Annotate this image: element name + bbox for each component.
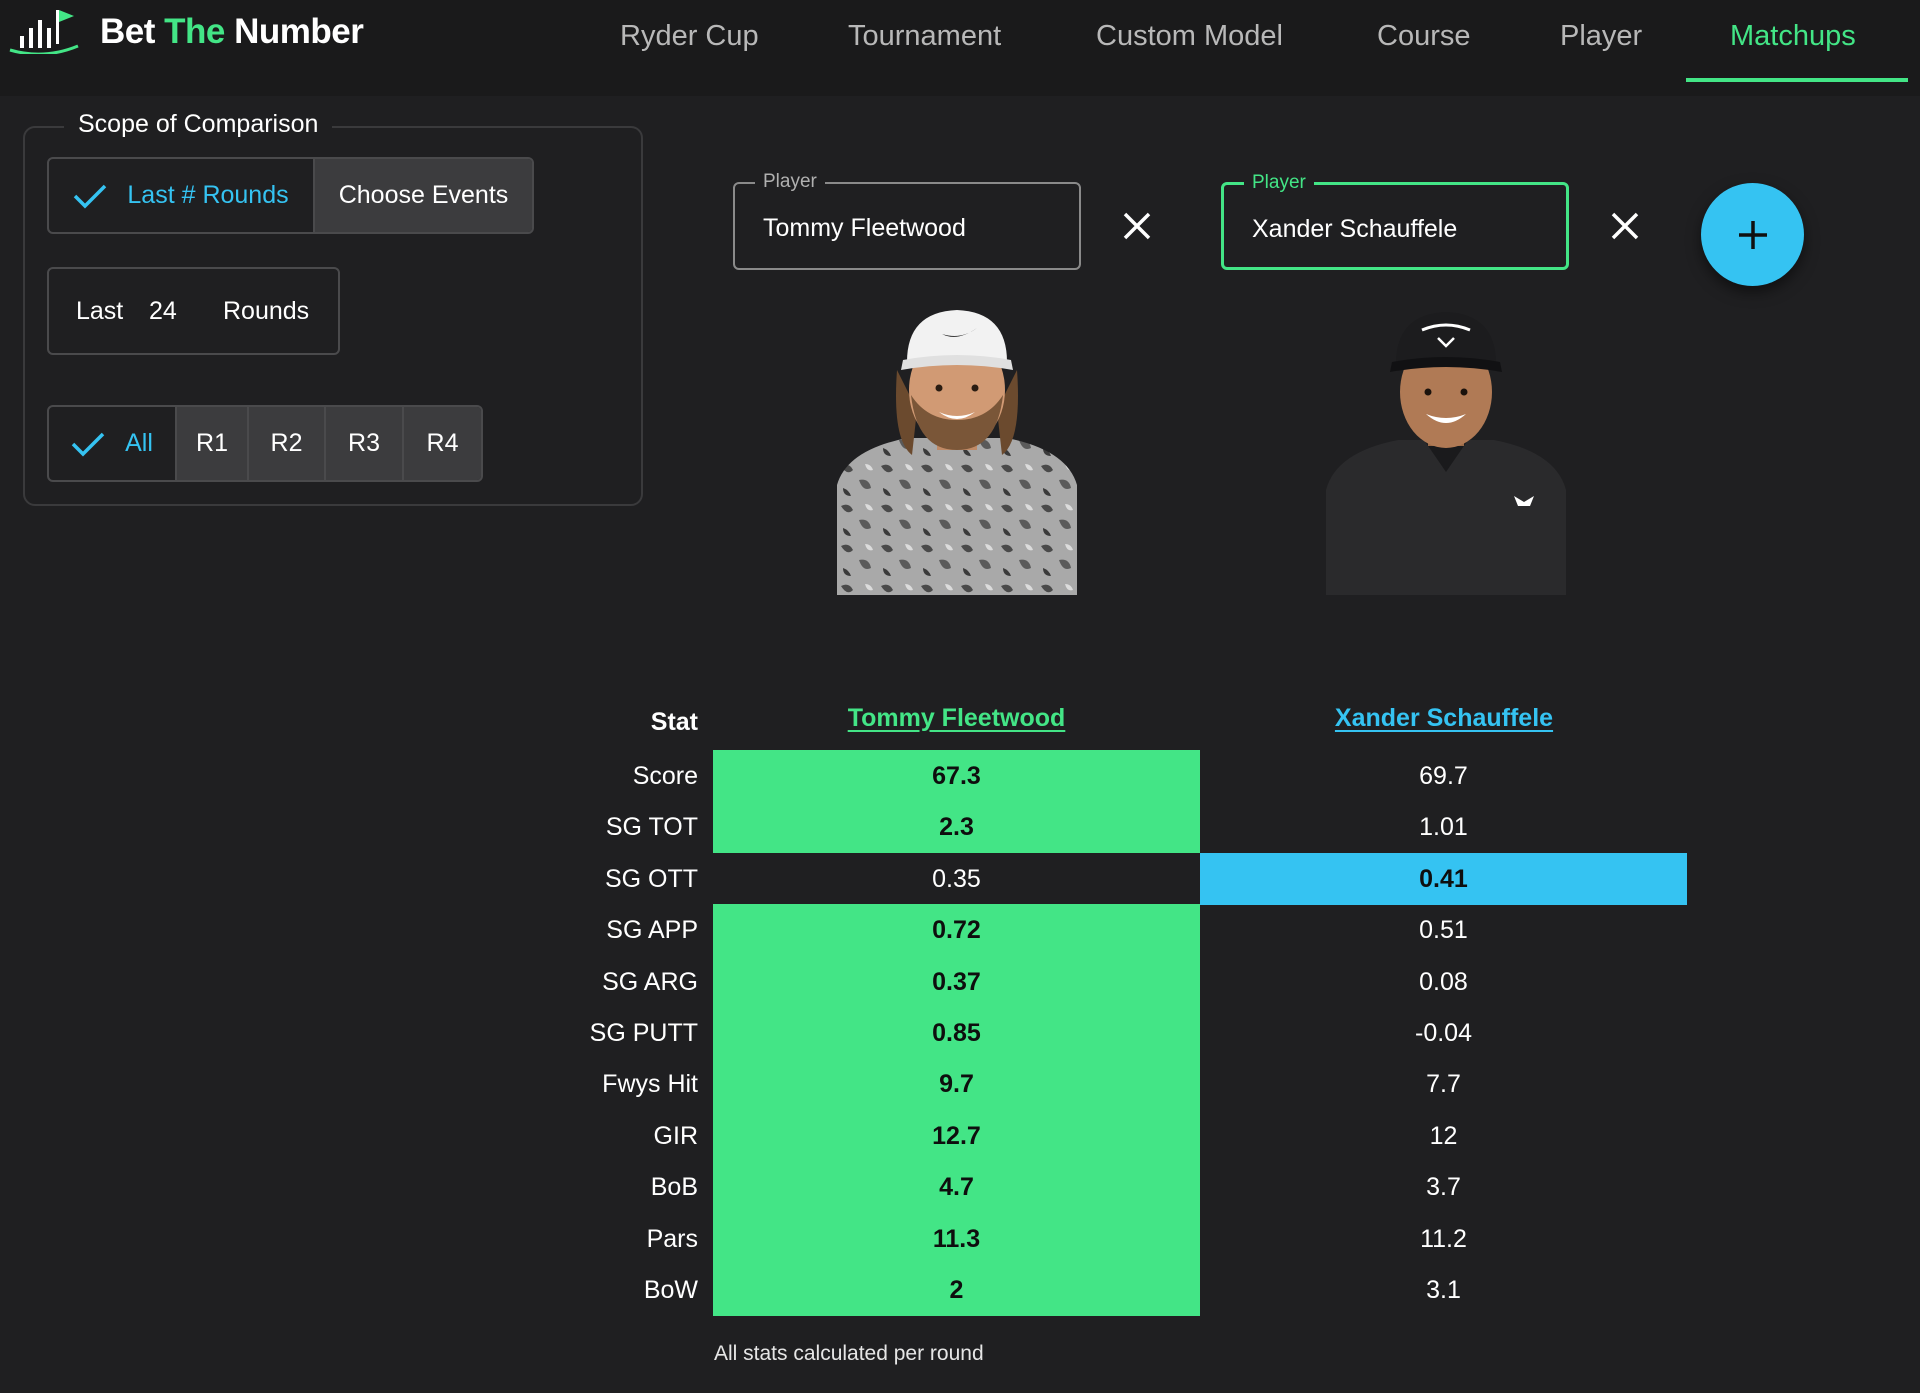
table-row: BoB 4.7 3.7 (0, 1161, 1920, 1213)
scope-title: Scope of Comparison (64, 110, 333, 139)
player-2-stat-cell: 0.51 (1419, 915, 1468, 944)
player-2-stat-cell: 7.7 (1426, 1069, 1461, 1098)
player-2-field-label: Player (1244, 172, 1314, 194)
stat-column-header: Stat (650, 708, 698, 736)
player-2-stat-cell: 11.2 (1420, 1224, 1467, 1253)
player-1-stat-cell: 12.7 (713, 1110, 1200, 1162)
brand-word-1: Bet (100, 12, 155, 51)
nav-player[interactable]: Player (1560, 20, 1642, 53)
choose-events-option[interactable]: Choose Events (315, 159, 532, 232)
close-icon[interactable] (1609, 210, 1641, 242)
player-1-stat-cell: 0.72 (713, 904, 1200, 956)
table-row: SG PUTT 0.85 -0.04 (0, 1007, 1920, 1059)
table-row: SG OTT 0.35 0.41 (0, 853, 1920, 905)
stat-label: SG OTT (604, 865, 698, 893)
table-row: Score 67.3 69.7 (0, 750, 1920, 802)
player-1-input[interactable]: Tommy Fleetwood (763, 214, 966, 243)
round-filter-r2[interactable]: R2 (249, 407, 326, 480)
nav-ryder-cup[interactable]: Ryder Cup (620, 20, 759, 53)
round-filter-r3[interactable]: R3 (326, 407, 404, 480)
player-2-stat-cell: 1.01 (1419, 812, 1468, 841)
round-filter-label: R2 (270, 429, 303, 457)
player-1-stat-cell: 0.85 (713, 1007, 1200, 1059)
brand-word-2: The (164, 12, 225, 51)
rounds-suffix: Rounds (223, 297, 310, 325)
table-row: BoW 2 3.1 (0, 1264, 1920, 1316)
rounds-count-field[interactable]: Last 24 Rounds (47, 267, 340, 355)
table-row: SG TOT 2.3 1.01 (0, 801, 1920, 853)
close-icon[interactable] (1121, 210, 1153, 242)
player-2-column-header[interactable]: Xander Schauffele (1200, 704, 1688, 733)
player-1-stat-cell: 4.7 (713, 1161, 1200, 1213)
round-filter-label: R4 (426, 429, 459, 457)
player-2-stat-cell: -0.04 (1415, 1018, 1472, 1047)
player-2-stat-cell: 69.7 (1419, 761, 1468, 790)
round-filter-r1[interactable]: R1 (177, 407, 249, 480)
player-2-stat-cell: 0.08 (1419, 967, 1468, 996)
stat-label: BoW (643, 1276, 698, 1304)
player-1-stat-cell: 2.3 (713, 801, 1200, 853)
top-nav-bar: Bet The Number Ryder Cup Tournament Cust… (0, 0, 1920, 96)
nav-tournament[interactable]: Tournament (848, 20, 1001, 53)
stat-label: Score (632, 762, 698, 790)
choose-events-label: Choose Events (338, 181, 509, 209)
stat-label: SG ARG (602, 968, 698, 996)
nav-course[interactable]: Course (1377, 20, 1471, 53)
player-2-stat-cell: 0.41 (1200, 853, 1687, 905)
player-2-stat-cell: 12 (1429, 1121, 1458, 1150)
player-1-stat-cell: 0.35 (932, 864, 981, 893)
stat-label: BoB (650, 1173, 698, 1201)
brand-word-3: Number (234, 12, 364, 51)
player-2-photo (1326, 312, 1566, 595)
round-filter-r4[interactable]: R4 (404, 407, 481, 480)
rounds-count-input[interactable]: 24 (149, 297, 177, 326)
stat-label: Pars (646, 1225, 698, 1253)
player-1-column-header[interactable]: Tommy Fleetwood (713, 704, 1200, 733)
table-row: Fwys Hit 9.7 7.7 (0, 1058, 1920, 1110)
table-row: SG ARG 0.37 0.08 (0, 956, 1920, 1008)
add-player-button[interactable] (1701, 183, 1804, 286)
player-1-stat-cell: 11.3 (713, 1213, 1200, 1265)
bet-the-number-logo-icon[interactable] (8, 6, 80, 54)
stat-label: GIR (653, 1122, 698, 1150)
stat-label: SG TOT (605, 813, 698, 841)
stat-label: SG APP (606, 916, 698, 944)
last-rounds-option[interactable]: Last # Rounds (49, 159, 315, 232)
player-1-field[interactable]: Player Tommy Fleetwood (733, 171, 1081, 270)
table-row: Pars 11.3 11.2 (0, 1213, 1920, 1265)
check-icon (71, 432, 105, 456)
table-row: GIR 12.7 12 (0, 1110, 1920, 1162)
scope-mode-toggle: Last # Rounds Choose Events (47, 157, 534, 234)
nav-custom-model[interactable]: Custom Model (1096, 20, 1283, 53)
player-2-stat-cell: 3.7 (1426, 1172, 1461, 1201)
round-filter-all-label: All (125, 429, 153, 457)
player-1-field-label: Player (755, 171, 825, 193)
active-tab-indicator (1686, 78, 1908, 82)
stat-label: Fwys Hit (602, 1070, 698, 1098)
round-filter-label: R3 (348, 429, 380, 457)
player-1-stat-cell: 2 (713, 1264, 1200, 1316)
rounds-prefix: Last (76, 297, 124, 325)
table-row: SG APP 0.72 0.51 (0, 904, 1920, 956)
round-filter-label: R1 (196, 429, 228, 457)
nav-matchups[interactable]: Matchups (1730, 20, 1856, 53)
player-2-stat-cell: 3.1 (1426, 1275, 1461, 1304)
player-1-stat-cell: 9.7 (713, 1058, 1200, 1110)
player-1-stat-cell: 67.3 (713, 750, 1200, 802)
player-2-input[interactable]: Xander Schauffele (1252, 215, 1457, 244)
check-icon (74, 184, 107, 208)
player-2-field[interactable]: Player Xander Schauffele (1221, 172, 1569, 270)
round-filter-all[interactable]: All (49, 407, 177, 480)
round-filter-toggle: All R1 R2 R3 R4 (47, 405, 483, 482)
brand-name[interactable]: Bet The Number (100, 12, 364, 52)
plus-icon (1738, 220, 1767, 249)
player-1-stat-cell: 0.37 (713, 956, 1200, 1008)
table-footnote: All stats calculated per round (714, 1342, 984, 1365)
stat-label: SG PUTT (589, 1019, 698, 1047)
last-rounds-label: Last # Rounds (127, 181, 289, 209)
player-1-photo (837, 310, 1077, 595)
